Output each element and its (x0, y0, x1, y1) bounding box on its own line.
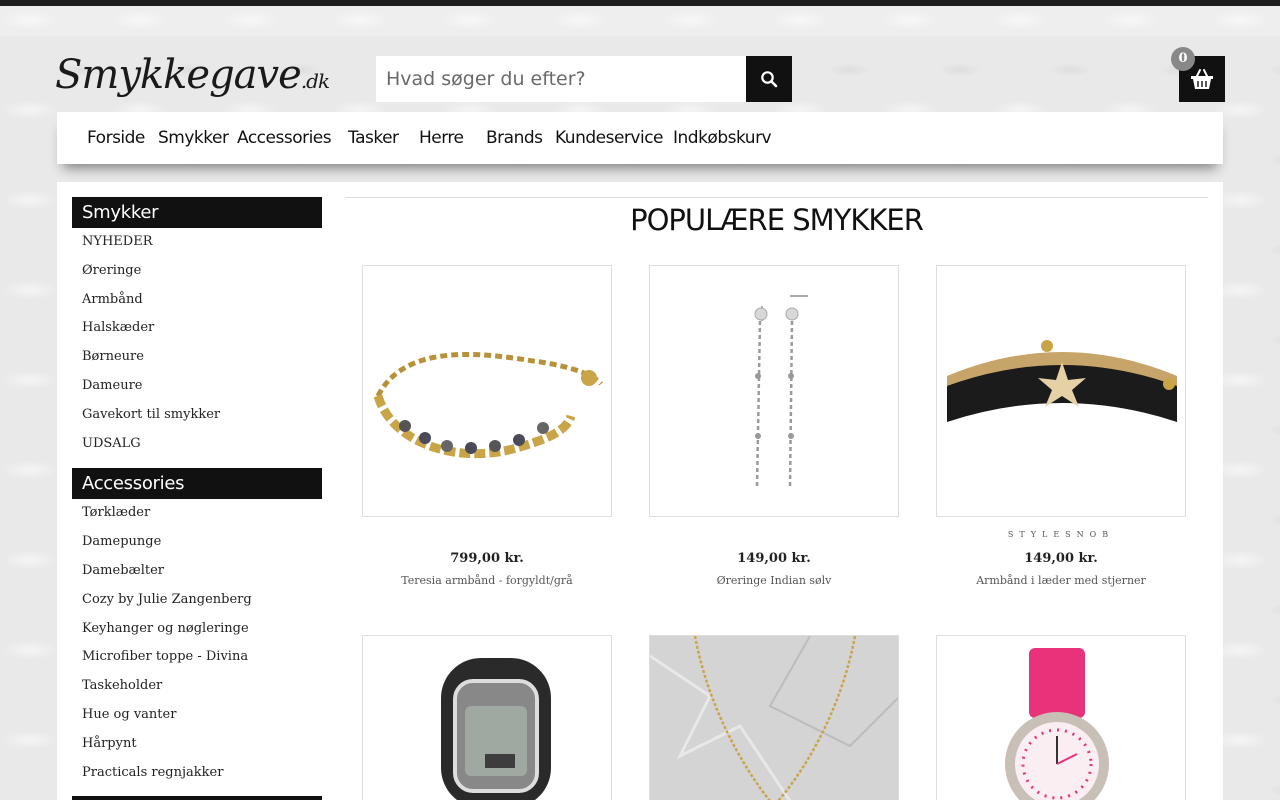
sidebar-item-cozy[interactable]: Cozy by Julie Zangenberg (82, 592, 252, 607)
nav-accessories[interactable]: Accessories (237, 112, 332, 164)
sidebar-item-keyhanger[interactable]: Keyhanger og nøgleringe (82, 621, 249, 636)
nav-herre[interactable]: Herre (419, 112, 464, 164)
nav-tasker[interactable]: Tasker (348, 112, 399, 164)
sidebar-item-damepunge[interactable]: Damepunge (82, 534, 161, 549)
sidebar-item-udsalg[interactable]: UDSALG (82, 436, 141, 451)
nav-indkobskurv[interactable]: Indkøbskurv (673, 112, 772, 164)
nav-kundeservice[interactable]: Kundeservice (555, 112, 664, 164)
nav-forside[interactable]: Forside (87, 112, 145, 164)
sidebar-item-regnjakker[interactable]: Practicals regnjakker (82, 765, 223, 780)
sidebar-item-halskaeder[interactable]: Halskæder (82, 320, 154, 335)
brand-logo: STYLESNOB (1007, 530, 1115, 539)
sidebar-item-microfiber[interactable]: Microfiber toppe - Divina (82, 649, 248, 664)
sidebar-item-damebaelter[interactable]: Damebælter (82, 563, 164, 578)
search-bar (376, 56, 792, 102)
sidebar-item-nyheder[interactable]: NYHEDER (82, 234, 152, 249)
section-divider (345, 197, 1208, 198)
sidebar-item-oreringe[interactable]: Øreringe (82, 263, 141, 278)
product-price: 149,00 kr. (1024, 551, 1098, 566)
product-name[interactable]: Teresia armbånd - forgyldt/grå (362, 574, 612, 587)
sidebar-item-gavekort[interactable]: Gavekort til smykker (82, 407, 220, 422)
sidebar-header-accessories: Accessories (72, 468, 322, 499)
sidebar-item-taskeholder[interactable]: Taskeholder (82, 678, 162, 693)
product-image-earrings[interactable] (649, 265, 899, 517)
product-image-watch-digital[interactable] (362, 635, 612, 800)
cart-count-badge: 0 (1171, 47, 1195, 71)
sidebar-header-next (72, 796, 322, 800)
main-nav: Forside Smykker Accessories Tasker Herre… (57, 112, 1223, 164)
nav-smykker[interactable]: Smykker (158, 112, 229, 164)
search-button[interactable] (746, 56, 792, 102)
product-image-necklace[interactable] (649, 635, 899, 800)
search-input[interactable] (376, 56, 746, 102)
sidebar-item-hue-vanter[interactable]: Hue og vanter (82, 707, 176, 722)
product-image-leather-bracelet[interactable] (936, 265, 1186, 517)
product-price: 799,00 kr. (450, 551, 524, 566)
top-band (0, 6, 1280, 36)
product-price: 149,00 kr. (737, 551, 811, 566)
product-image-bracelet[interactable] (362, 265, 612, 517)
sidebar-item-armband[interactable]: Armbånd (82, 292, 143, 307)
nav-brands[interactable]: Brands (486, 112, 543, 164)
sidebar-item-dameure[interactable]: Dameure (82, 378, 142, 393)
search-icon (761, 71, 778, 88)
site-logo[interactable]: Smykkegave.dk (55, 42, 330, 108)
product-name[interactable]: Armbånd i læder med stjerner (936, 574, 1186, 587)
product-image-watch-pink[interactable] (936, 635, 1186, 800)
basket-icon (1191, 69, 1213, 89)
product-name[interactable]: Øreringe Indian sølv (649, 574, 899, 587)
sidebar-item-borneure[interactable]: Børneure (82, 349, 144, 364)
sidebar-item-torklaeder[interactable]: Tørklæder (82, 505, 150, 520)
sidebar-item-harpynt[interactable]: Hårpynt (82, 736, 137, 751)
sidebar-header-smykker: Smykker (72, 197, 322, 228)
page-title: POPULÆRE SMYKKER (630, 203, 924, 237)
